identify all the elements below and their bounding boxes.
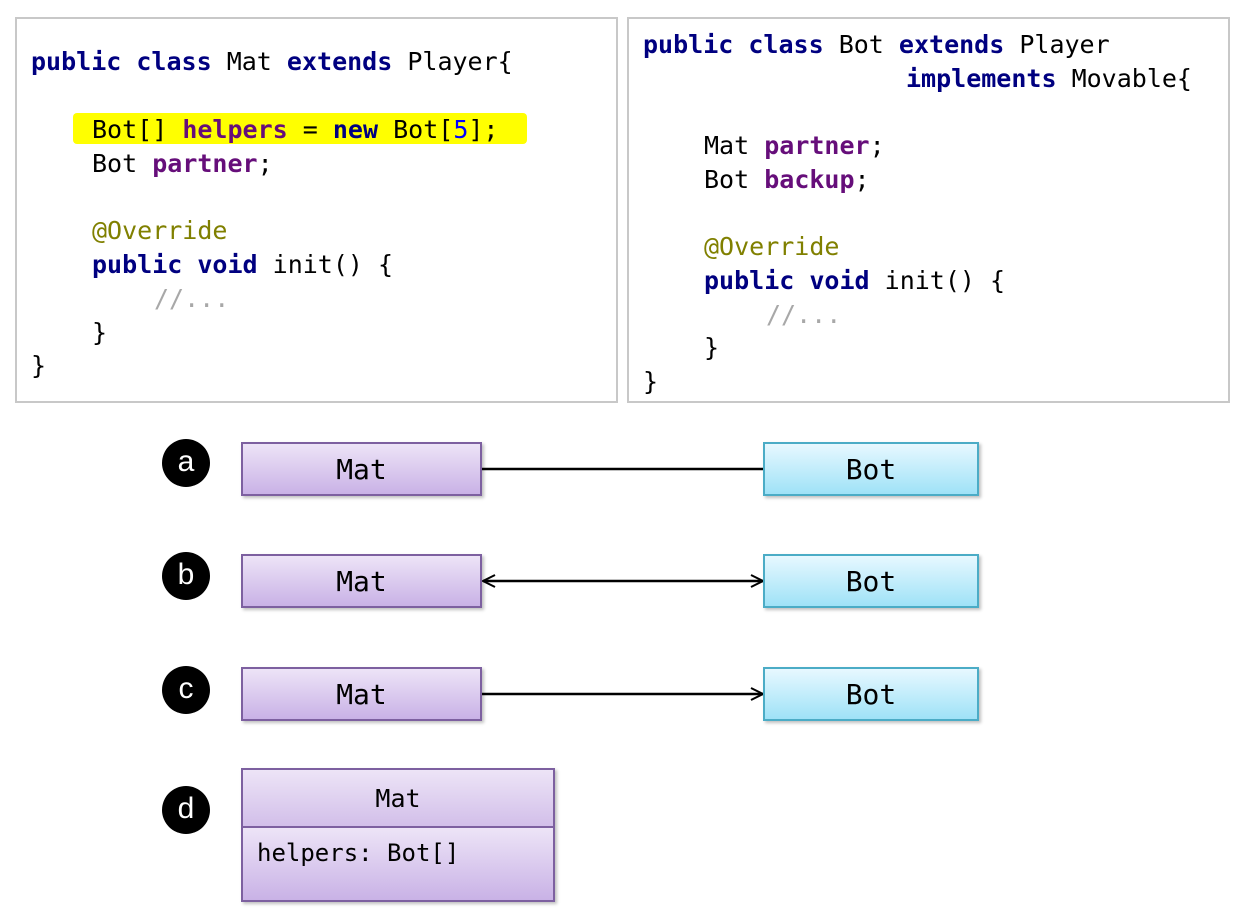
bot-class-box: Bot: [763, 554, 979, 608]
mat-class-box: Mat: [241, 442, 482, 496]
option-a-badge[interactable]: a: [162, 439, 210, 487]
bot-class-box: Bot: [763, 442, 979, 496]
uml-class-name: Mat: [243, 770, 553, 828]
option-c-badge[interactable]: c: [162, 666, 210, 714]
option-b-badge[interactable]: b: [162, 552, 210, 600]
uml-attribute: helpers: Bot[]: [243, 828, 553, 900]
bot-class-box: Bot: [763, 667, 979, 721]
mat-class-box: Mat: [241, 667, 482, 721]
option-d-badge[interactable]: d: [162, 786, 210, 834]
mat-class-box: Mat: [241, 554, 482, 608]
mat-uml-class-box: Mat helpers: Bot[]: [241, 768, 555, 902]
